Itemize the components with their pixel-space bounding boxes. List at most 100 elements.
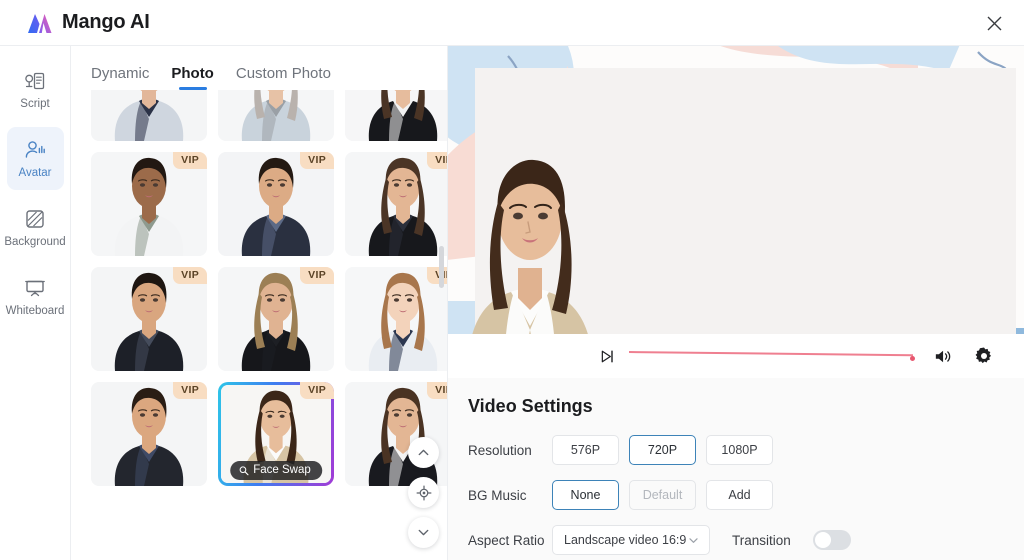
gear-icon	[975, 347, 991, 364]
avatar-thumbnail	[91, 90, 207, 141]
resolution-options: 576P 720P 1080P	[552, 435, 773, 465]
avatar-card-slot: VIP	[218, 152, 334, 256]
sidebar-item-label: Whiteboard	[5, 304, 65, 317]
avatar-card-slot: VIP	[218, 267, 334, 371]
left-sidebar: Script Avatar Background Whiteboard	[0, 46, 71, 560]
avatar-thumbnail	[218, 90, 334, 141]
sidebar-item-label: Avatar	[18, 166, 52, 179]
avatar-card[interactable]: VIP	[218, 152, 334, 256]
face-swap-icon	[238, 465, 249, 476]
vip-badge: VIP	[427, 152, 447, 169]
vip-badge: VIP	[300, 152, 334, 169]
avatar-grid: VIP VIP VIP VIP VIP VIP VIP VIP Face Swap VIP	[71, 90, 447, 486]
progress-slider[interactable]	[628, 349, 923, 363]
sidebar-item-avatar[interactable]: Avatar	[6, 127, 64, 190]
toggle-knob	[814, 532, 831, 548]
mango-logo-icon	[28, 13, 52, 33]
avatar-card-slot: VIP	[91, 267, 207, 371]
resolution-label: Resolution	[468, 442, 532, 458]
aspect-ratio-select[interactable]: Landscape video 16:9	[552, 525, 710, 555]
settings-title: Video Settings	[468, 396, 593, 416]
avatar-thumbnail	[345, 90, 447, 141]
app-title: Mango AI	[62, 11, 150, 33]
right-panel: Video Settings Resolution 576P 720P 1080…	[448, 46, 1024, 560]
script-icon	[25, 72, 45, 89]
close-button[interactable]	[978, 8, 1010, 38]
aspect-ratio-label: Aspect Ratio	[468, 532, 545, 548]
resolution-720p-button[interactable]: 720P	[629, 435, 696, 465]
avatar-portrait	[218, 90, 334, 141]
avatar-card-slot: VIP	[91, 152, 207, 256]
sidebar-item-background[interactable]: Background	[4, 196, 66, 259]
transition-toggle[interactable]	[812, 530, 851, 550]
face-swap-label: Face Swap	[253, 464, 311, 476]
sidebar-item-label: Background	[4, 235, 66, 248]
scroll-up-button[interactable]	[408, 437, 439, 468]
transition-label: Transition	[732, 532, 791, 548]
recenter-button[interactable]	[408, 477, 439, 508]
video-preview[interactable]	[448, 46, 1024, 378]
play-button[interactable]	[600, 349, 615, 364]
avatar-grid-scroll-area[interactable]: VIP VIP VIP VIP VIP VIP VIP VIP Face Swap VIP	[71, 90, 447, 560]
chevron-down-icon	[687, 534, 700, 547]
avatar-card[interactable]: VIP	[91, 152, 207, 256]
avatar-icon	[25, 140, 45, 158]
vip-badge: VIP	[300, 267, 334, 284]
scroll-down-button[interactable]	[408, 517, 439, 548]
avatar-card-slot: VIP Face Swap	[218, 382, 334, 486]
bg-music-add-button[interactable]: Add	[706, 480, 773, 510]
avatar-card-slot	[91, 90, 207, 141]
chevron-down-icon	[418, 529, 429, 536]
bg-music-none-button[interactable]: None	[552, 480, 619, 510]
resolution-576p-button[interactable]: 576P	[552, 435, 619, 465]
tab-dynamic[interactable]: Dynamic	[91, 65, 149, 90]
vip-badge: VIP	[173, 267, 207, 284]
progress-handle[interactable]	[910, 356, 915, 361]
vip-badge: VIP	[427, 267, 447, 284]
avatar-card-slot	[345, 90, 447, 141]
avatar-card[interactable]: VIP	[91, 267, 207, 371]
vip-badge: VIP	[173, 152, 207, 169]
progress-track	[628, 351, 913, 356]
sidebar-item-whiteboard[interactable]: Whiteboard	[5, 265, 65, 328]
avatar-card[interactable]: VIP	[91, 382, 207, 486]
main-body: Script Avatar Background Whiteboard Dyna…	[0, 46, 1024, 560]
brand: Mango AI	[0, 11, 150, 35]
whiteboard-icon	[25, 280, 45, 296]
sidebar-item-script[interactable]: Script	[7, 58, 64, 121]
avatar-card[interactable]: VIP	[345, 152, 447, 256]
avatar-card[interactable]	[91, 90, 207, 141]
volume-icon	[935, 350, 951, 362]
avatar-portrait	[91, 90, 207, 141]
avatar-card-selected[interactable]: VIP Face Swap	[218, 382, 334, 486]
title-bar: Mango AI	[0, 0, 1024, 46]
play-next-icon	[601, 350, 613, 362]
bg-music-label: BG Music	[468, 487, 527, 503]
avatar-card[interactable]	[218, 90, 334, 141]
resolution-1080p-button[interactable]: 1080P	[706, 435, 773, 465]
vip-badge: VIP	[300, 382, 334, 399]
avatar-card[interactable]: VIP	[218, 267, 334, 371]
library-tabs: Dynamic Photo Custom Photo	[71, 46, 447, 90]
volume-button[interactable]	[933, 347, 952, 366]
bg-music-default-button: Default	[629, 480, 696, 510]
avatar-card[interactable]	[345, 90, 447, 141]
bg-music-options: None Default Add	[552, 480, 773, 510]
tab-photo[interactable]: Photo	[171, 65, 214, 90]
tab-custom-photo[interactable]: Custom Photo	[236, 65, 331, 90]
video-settings-panel: Video Settings Resolution 576P 720P 1080…	[448, 378, 1024, 560]
aspect-ratio-value: Landscape video 16:9	[564, 533, 687, 547]
preview-settings-button[interactable]	[974, 346, 994, 366]
aspect-ratio-row: Aspect Ratio Landscape video 16:9 Transi…	[468, 525, 1024, 555]
avatar-portrait	[345, 90, 447, 141]
library-scrollbar[interactable]	[439, 246, 444, 288]
face-swap-button[interactable]: Face Swap	[230, 461, 322, 480]
avatar-card-slot	[218, 90, 334, 141]
avatar-library: Dynamic Photo Custom Photo VIPVIPVIPVIPV…	[71, 46, 448, 560]
close-icon	[987, 16, 1001, 30]
player-controls	[448, 334, 1024, 378]
sidebar-item-label: Script	[20, 97, 50, 110]
avatar-card[interactable]: VIP	[345, 267, 447, 371]
vip-badge: VIP	[173, 382, 207, 399]
bg-music-row: BG Music None Default Add	[468, 480, 1024, 510]
